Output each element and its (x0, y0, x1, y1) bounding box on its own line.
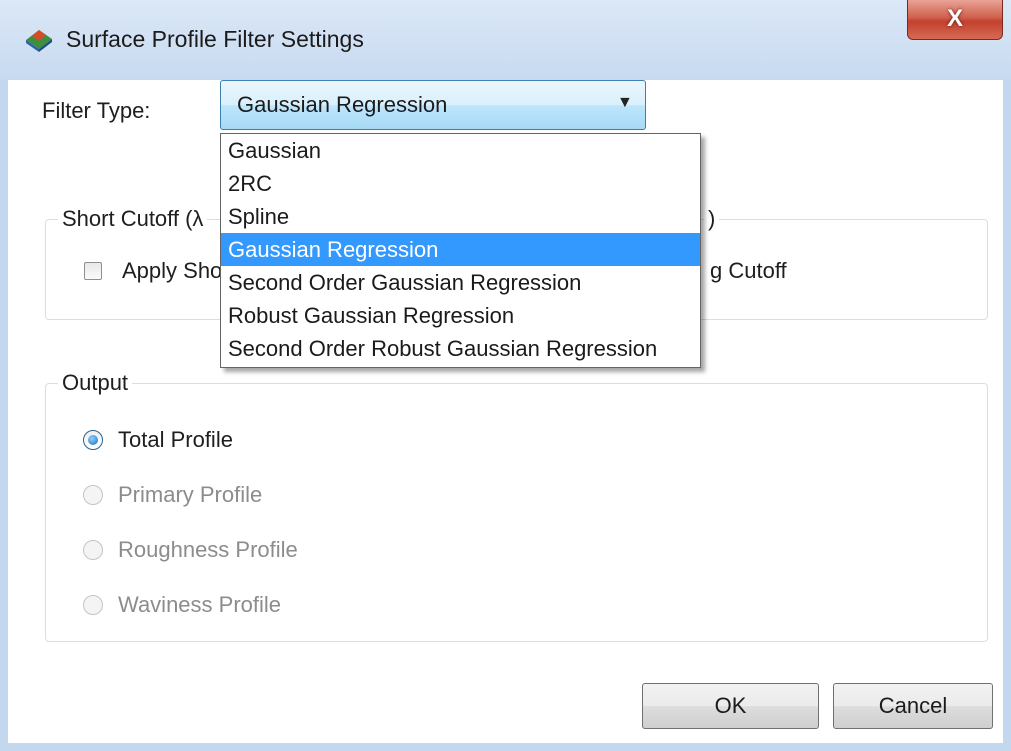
waviness-profile-radio[interactable] (83, 595, 103, 615)
output-group-title: Output (58, 370, 133, 396)
total-profile-radio[interactable] (83, 430, 103, 450)
apply-short-cutoff-checkbox[interactable] (84, 262, 102, 280)
filter-type-selected-value: Gaussian Regression (237, 92, 448, 117)
primary-profile-radio[interactable] (83, 485, 103, 505)
output-groupbox: Output Total Profile Primary Profile Rou… (45, 370, 988, 642)
close-button[interactable]: X (907, 0, 1003, 40)
dropdown-option[interactable]: Second Order Robust Gaussian Regression (221, 332, 700, 365)
filter-type-combobox[interactable]: Gaussian Regression ▼ (220, 80, 646, 130)
chevron-down-icon: ▼ (617, 94, 633, 111)
filter-type-dropdown-list: Gaussian 2RC Spline Gaussian Regression … (220, 133, 701, 368)
filter-type-label: Filter Type: (42, 98, 151, 123)
dropdown-option[interactable]: Spline (221, 200, 700, 233)
roughness-profile-label: Roughness Profile (118, 537, 298, 562)
waviness-profile-label: Waviness Profile (118, 592, 282, 617)
close-icon: X (946, 5, 963, 32)
dropdown-option[interactable]: 2RC (221, 167, 700, 200)
cancel-button[interactable]: Cancel (833, 683, 993, 729)
title-bar[interactable]: Surface Profile Filter Settings X (0, 0, 1011, 80)
dropdown-option-highlighted[interactable]: Gaussian Regression (221, 233, 700, 266)
surface-profile-app-icon (26, 30, 52, 52)
dropdown-option[interactable]: Second Order Gaussian Regression (221, 266, 700, 299)
apply-long-cutoff-label: g Cutoff (710, 258, 787, 283)
cutoff-group-title-tail: ) (704, 206, 720, 232)
roughness-profile-radio[interactable] (83, 540, 103, 560)
window-title: Surface Profile Filter Settings (66, 26, 364, 52)
ok-button[interactable]: OK (642, 683, 819, 729)
dialog-window: Surface Profile Filter Settings X Filter… (0, 0, 1011, 751)
primary-profile-label: Primary Profile (118, 482, 263, 507)
dropdown-option[interactable]: Robust Gaussian Regression (221, 299, 700, 332)
dropdown-option[interactable]: Gaussian (221, 134, 700, 167)
total-profile-label: Total Profile (118, 427, 233, 452)
cutoff-group-title: Short Cutoff (λ (58, 206, 208, 232)
apply-short-cutoff-label: Apply Sho (122, 258, 223, 283)
